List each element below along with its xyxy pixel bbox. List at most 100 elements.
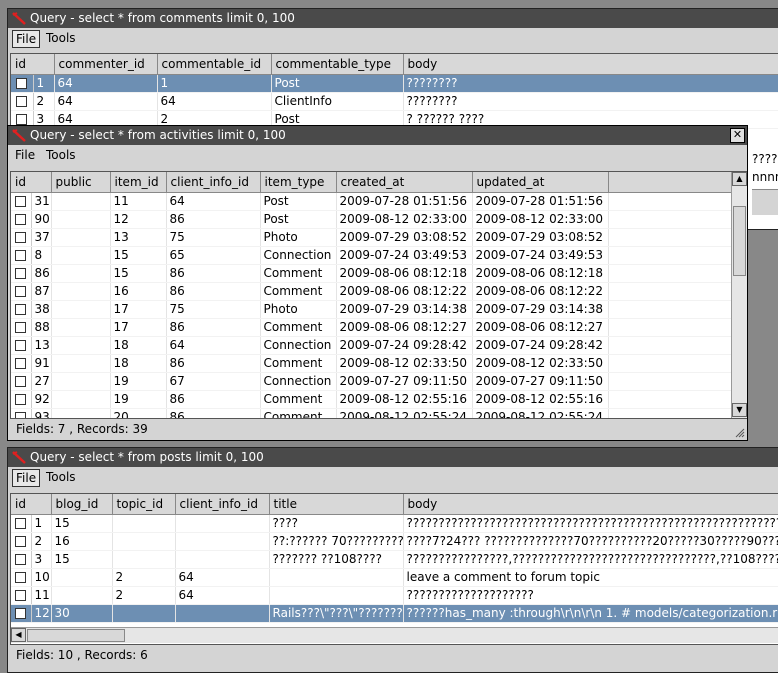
table-row[interactable]: 12 30 Rails???\"???\"???????? ??????has_… [11,604,778,623]
table-row[interactable]: 31 11 64 Post 2009-07-28 01:51:56 2009-07-28 … [11,192,732,211]
activities-vertical-scrollbar[interactable]: ▲ ▼ [731,172,747,418]
posts-query-window[interactable]: Query - select * from posts limit 0, 100… [7,447,778,673]
table-row[interactable]: 92 19 86 Comment 2009-08-12 02:55:16 2009-08-… [11,390,732,409]
cell: 86 [166,282,261,301]
row-checkbox[interactable] [11,192,32,211]
table-row[interactable]: 86 15 86 Comment 2009-08-06 08:12:18 2009-08-… [11,264,732,283]
posts-col-header[interactable]: title [269,494,404,515]
row-checkbox[interactable] [11,246,32,265]
table-row[interactable]: 91 18 86 Comment 2009-08-12 02:33:50 2009-08-… [11,354,732,373]
activities-file-menu[interactable]: File [12,147,38,163]
comments-titlebar[interactable]: Query - select * from comments limit 0, … [8,9,778,28]
activities-col-header[interactable]: id [11,172,52,193]
comments-tools-menu[interactable]: Tools [43,30,79,46]
row-checkbox[interactable] [11,74,34,93]
activities-col-header[interactable]: updated_at [472,172,609,193]
row-checkbox[interactable] [11,92,34,111]
activities-col-header[interactable]: created_at [336,172,473,193]
posts-col-header[interactable]: id [11,494,52,515]
scroll-left-button[interactable]: ◀ [11,628,26,642]
table-row[interactable]: 3 15 ??????? ??108???? ????????????????,… [11,550,778,569]
row-checkbox[interactable] [11,532,32,551]
activities-grid[interactable]: id public item_id client_info_id item_ty… [10,171,747,419]
table-row[interactable]: 87 16 86 Comment 2009-08-06 08:12:22 2009-08-… [11,282,732,301]
posts-horizontal-scrollbar[interactable]: ◀ [11,627,778,643]
row-checkbox[interactable] [11,354,32,373]
posts-menubar: File Tools [8,467,778,488]
posts-status: Fields: 10 , Records: 6 [16,648,148,662]
comments-file-menu[interactable]: File [12,30,41,48]
row-checkbox[interactable] [11,318,32,337]
row-checkbox[interactable] [11,408,32,418]
cell [51,336,111,355]
activities-query-window[interactable]: Query - select * from activities limit 0… [7,125,748,441]
cell: 2009-08-12 02:55:16 [336,390,473,409]
posts-col-header[interactable]: blog_id [51,494,113,515]
table-row[interactable]: 2 16 ??:?????? 70????????? ????7?24??? ?… [11,532,778,551]
table-row[interactable]: 38 17 75 Photo 2009-07-29 03:14:38 2009-07-29… [11,300,732,319]
posts-tools-menu[interactable]: Tools [43,469,79,485]
posts-h-thumb[interactable] [27,629,125,642]
cell: 16 [110,282,167,301]
table-row[interactable]: 2 64 64 ClientInfo ???????? [11,92,778,111]
posts-file-menu[interactable]: File [12,469,41,487]
cell [112,550,176,569]
cell: 2009-08-12 02:33:00 [472,210,609,229]
table-row[interactable]: 88 17 86 Comment 2009-08-06 08:12:27 2009-08-… [11,318,732,337]
table-row[interactable]: 27 19 67 Connection 2009-07-27 09:11:50 2009-… [11,372,732,391]
table-row[interactable]: 8 15 65 Connection 2009-07-24 03:49:53 2009-0… [11,246,732,265]
cell: 86 [166,318,261,337]
table-row[interactable]: 37 13 75 Photo 2009-07-29 03:08:52 2009-07-29… [11,228,732,247]
activities-col-header[interactable]: item_id [110,172,167,193]
resize-grip-icon[interactable] [735,428,745,438]
scroll-up-button[interactable]: ▲ [732,172,747,186]
cell: 86 [166,390,261,409]
row-checkbox[interactable] [11,210,32,229]
activities-titlebar[interactable]: Query - select * from activities limit 0… [8,126,747,145]
close-icon[interactable]: ✕ [730,128,745,143]
comments-col-header[interactable]: body [403,54,778,75]
posts-col-header[interactable]: body [403,494,778,515]
row-checkbox[interactable] [11,336,32,355]
comments-col-header[interactable]: commenter_id [54,54,158,75]
cell [269,586,404,605]
table-row[interactable]: 13 18 64 Connection 2009-07-24 09:28:42 2009-… [11,336,732,355]
table-row[interactable]: 93 20 86 Comment 2009-08-12 02:55:24 2009-08-… [11,408,732,418]
comments-col-header[interactable]: commentable_type [271,54,404,75]
table-row[interactable]: 10 2 64 leave a comment to forum topic [11,568,778,587]
cell: 64 [166,336,261,355]
posts-titlebar[interactable]: Query - select * from posts limit 0, 100 [8,448,778,467]
app-icon [12,129,26,142]
row-checkbox[interactable] [11,586,32,605]
table-row[interactable]: 1 64 1 Post ???????? [11,74,778,93]
row-checkbox[interactable] [11,282,32,301]
row-checkbox[interactable] [11,604,32,623]
row-checkbox[interactable] [11,514,32,533]
activities-tools-menu[interactable]: Tools [43,147,79,163]
row-checkbox[interactable] [11,300,32,319]
activities-v-thumb[interactable] [733,206,746,276]
row-checkbox[interactable] [11,372,32,391]
table-row[interactable]: 90 12 86 Post 2009-08-12 02:33:00 2009-08-12 … [11,210,732,229]
comments-col-header[interactable]: id [11,54,55,75]
posts-grid[interactable]: id blog_id topic_id client_info_id title… [10,493,778,645]
cell: 2009-08-12 02:33:00 [336,210,473,229]
cell: 91 [31,354,52,373]
row-checkbox[interactable] [11,228,32,247]
table-row[interactable]: 11 2 64 ???????????????????? [11,586,778,605]
comments-col-header[interactable]: commentable_id [157,54,272,75]
posts-col-header[interactable]: topic_id [112,494,176,515]
cell: 18 [110,336,167,355]
cell: 18 [110,354,167,373]
row-checkbox[interactable] [11,390,32,409]
activities-col-header[interactable]: public [51,172,111,193]
cell: 92 [31,390,52,409]
row-checkbox[interactable] [11,264,32,283]
activities-col-header[interactable]: client_info_id [166,172,261,193]
scroll-down-button[interactable]: ▼ [732,403,747,417]
row-checkbox[interactable] [11,568,32,587]
table-row[interactable]: 1 15 ???? ??????????????????????????????… [11,514,778,533]
row-checkbox[interactable] [11,550,32,569]
posts-col-header[interactable]: client_info_id [175,494,270,515]
activities-col-header[interactable]: item_type [260,172,337,193]
